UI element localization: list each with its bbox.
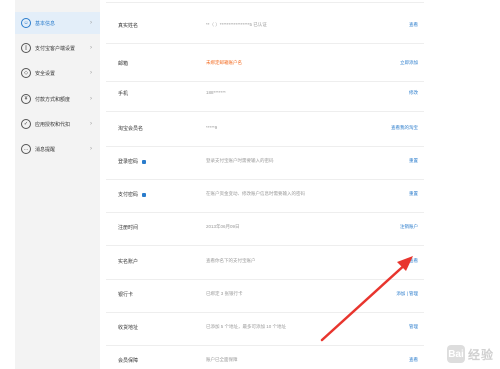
- row-value: 已添加 5 个地址，最多可添加 10 个地址: [206, 324, 287, 329]
- row-value: 188*******: [206, 90, 226, 95]
- chevron-right-icon: ›: [90, 45, 92, 51]
- reset-link[interactable]: 重置: [409, 158, 418, 164]
- sidebar-item-label: 消息提醒: [35, 146, 56, 153]
- row-label-text: 登录密码: [118, 159, 139, 165]
- row-register-time: 注册时间 2013年06月09日 注销账户: [106, 208, 424, 246]
- row-value: 查看你名下的支付宝账户: [206, 258, 256, 263]
- chevron-right-icon: ›: [90, 20, 92, 26]
- row-value: 已绑定 3 张银行卡: [206, 291, 243, 296]
- sidebar-item-label: 应用授权和代扣: [35, 121, 71, 128]
- shield-icon: ◇: [21, 68, 31, 78]
- reset-link[interactable]: 重置: [409, 191, 418, 197]
- row-label: 实名账户: [118, 259, 139, 265]
- row-label: 淘宝会员名: [118, 126, 144, 132]
- wallet-icon: ¥: [21, 94, 31, 104]
- row-value: 在账户资金变动、修改账户信息时需要输入的密码: [206, 191, 305, 196]
- message-icon: …: [21, 144, 31, 154]
- chevron-right-icon: ›: [90, 96, 92, 102]
- row-label: 手机: [118, 91, 129, 97]
- phone-icon: ▯: [21, 43, 31, 53]
- sidebar-item-client-settings[interactable]: ▯ 支付宝客户端设置 ›: [15, 37, 100, 59]
- view-taobao-link[interactable]: 查看我的淘宝: [391, 125, 418, 131]
- row-value: 未绑定邮箱账户名: [206, 60, 242, 65]
- sidebar-item-payment-methods[interactable]: ¥ 付款方式和额度 ›: [15, 88, 100, 110]
- row-label: 邮箱: [118, 61, 129, 67]
- row-label: 真实姓名: [118, 23, 139, 29]
- modify-link[interactable]: 修改: [409, 90, 418, 96]
- user-icon: ☺: [21, 18, 31, 28]
- close-account-link[interactable]: 注销账户: [400, 224, 418, 230]
- account-info-panel: 真实姓名 **（ ）*****************5 已认证 查看 邮箱 未…: [100, 0, 430, 369]
- sidebar-item-label: 支付宝客户端设置: [35, 45, 76, 52]
- row-phone: 手机 188******* 修改: [106, 74, 424, 112]
- row-real-name: 真实姓名 **（ ）*****************5 已认证 查看: [106, 6, 424, 44]
- manage-link[interactable]: 管理: [409, 324, 418, 330]
- chevron-right-icon: ›: [90, 121, 92, 127]
- view-link[interactable]: 查看: [409, 258, 418, 264]
- row-value: 2013年06月09日: [206, 224, 240, 229]
- sidebar-item-label: 付款方式和额度: [35, 96, 71, 103]
- row-label: 支付密码: [118, 191, 147, 198]
- view-link[interactable]: 查看: [409, 357, 418, 363]
- row-label-text: 支付密码: [118, 192, 139, 198]
- row-value: 账户已全面保障: [206, 357, 238, 362]
- chevron-right-icon: ›: [90, 70, 92, 76]
- chevron-right-icon: ›: [90, 146, 92, 152]
- watermark-logo: Bai: [446, 345, 465, 363]
- sidebar-item-app-authorization[interactable]: ✓ 应用授权和代扣 ›: [15, 113, 100, 135]
- lock-icon: [142, 159, 147, 164]
- add-manage-link[interactable]: 添加 | 管理: [396, 291, 418, 297]
- watermark-text: 经验: [467, 347, 494, 362]
- lock-icon: [142, 192, 147, 197]
- sidebar: ☺ 基本信息 › ▯ 支付宝客户端设置 › ◇ 安全设置 › ¥ 付款方式和额度…: [15, 0, 100, 369]
- row-value: **（ ）*****************5 已认证: [206, 22, 267, 27]
- row-member-protection: 会员保障 账户已全面保障 查看: [106, 341, 424, 369]
- row-label: 登录密码: [118, 158, 147, 165]
- row-label: 银行卡: [118, 292, 134, 298]
- row-label: 注册时间: [118, 225, 139, 231]
- check-icon: ✓: [21, 119, 31, 129]
- sidebar-item-security[interactable]: ◇ 安全设置 ›: [15, 62, 100, 84]
- row-value: *****9: [206, 125, 218, 130]
- add-email-link[interactable]: 立即添加: [400, 60, 418, 66]
- row-label: 会员保障: [118, 358, 139, 364]
- sidebar-item-notifications[interactable]: … 消息提醒 ›: [15, 138, 100, 160]
- row-value: 登录支付宝账户时需要输入的密码: [206, 158, 274, 163]
- view-link[interactable]: 查看: [409, 22, 418, 28]
- row-label: 收货地址: [118, 325, 139, 331]
- baidu-jingyan-watermark: Bai 经验: [446, 345, 494, 363]
- sidebar-item-label: 安全设置: [35, 70, 56, 77]
- sidebar-item-basic-info[interactable]: ☺ 基本信息 ›: [15, 12, 100, 34]
- sidebar-item-label: 基本信息: [35, 20, 56, 27]
